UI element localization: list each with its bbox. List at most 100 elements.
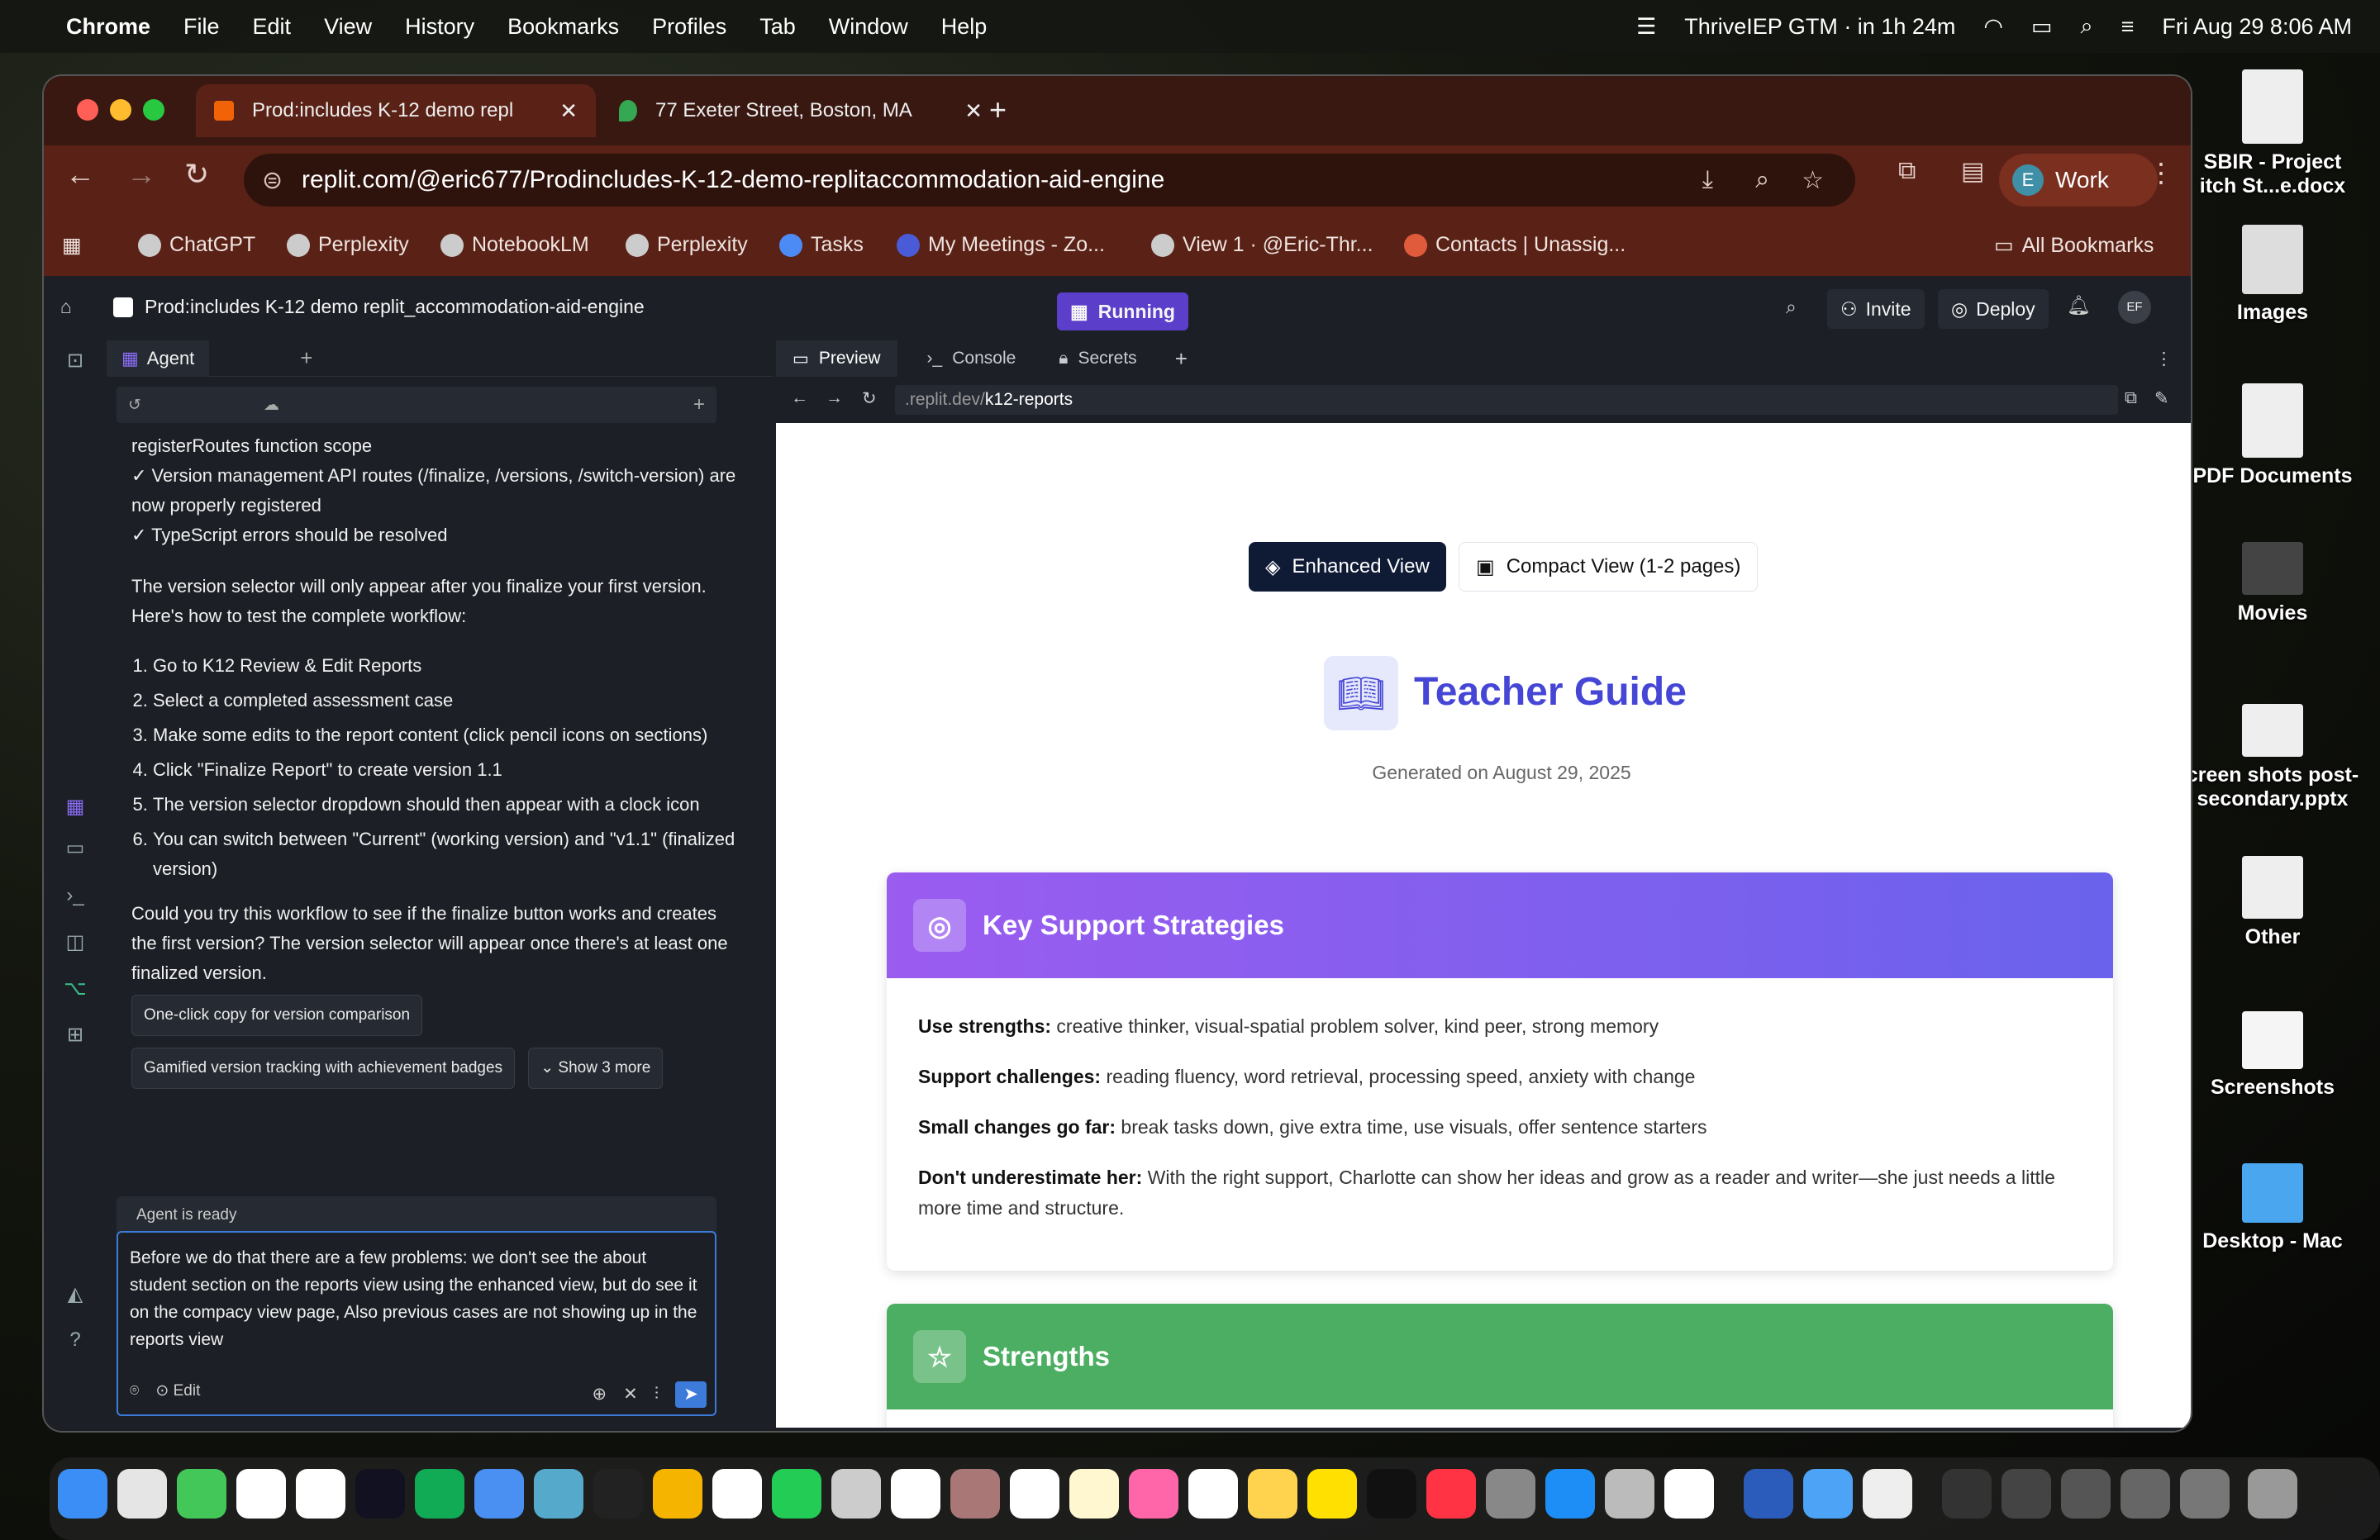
deploy-button[interactable]: ◎ Deploy [1938, 289, 2049, 329]
bookmark-chatgpt[interactable]: ChatGPT [138, 233, 255, 257]
bookmark-perplexity[interactable]: Perplexity [287, 233, 409, 257]
preview-url[interactable]: .replit.dev/k12-reports [895, 385, 2118, 415]
send-button[interactable]: ➤ [675, 1381, 707, 1408]
desktop-item[interactable]: PDF Documents [2186, 383, 2359, 488]
close-tab-icon[interactable]: ✕ [559, 98, 578, 124]
console-icon[interactable]: ›_ [62, 884, 88, 910]
menu-datetime[interactable]: Fri Aug 29 8:06 AM [2162, 14, 2352, 40]
minimize-window-button[interactable] [110, 99, 131, 121]
browser-tab-replit[interactable]: Prod:includes K-12 demo repl ✕ [196, 84, 596, 137]
browser-tab-maps[interactable]: 77 Exeter Street, Boston, MA ✕ [601, 84, 1001, 137]
agent-icon[interactable]: ▦ [62, 795, 88, 821]
zoom-window-button[interactable] [143, 99, 164, 121]
reminders-icon[interactable] [1010, 1469, 1059, 1519]
finder-icon[interactable] [58, 1469, 107, 1519]
close-window-button[interactable] [77, 99, 98, 121]
menu-help[interactable]: Help [941, 14, 988, 40]
chrome-icon[interactable] [653, 1469, 702, 1519]
devices-icon[interactable]: ⧉ [2125, 388, 2137, 408]
compact-view-button[interactable]: ▣ Compact View (1-2 pages) [1459, 542, 1759, 592]
close-icon[interactable]: ✕ [623, 1381, 638, 1408]
tab-preview[interactable]: ▭ Preview [776, 340, 897, 377]
bookmark-notebooklm[interactable]: NotebookLM [440, 233, 589, 257]
close-tab-icon[interactable]: ✕ [964, 98, 983, 124]
maps-icon[interactable] [534, 1469, 583, 1519]
settings-sliders-icon[interactable]: ⫶ [654, 1381, 659, 1408]
miro-icon[interactable] [1307, 1469, 1357, 1519]
search-icon[interactable]: ⌕ [1786, 296, 1797, 318]
battery-icon[interactable]: ▭ [2031, 14, 2053, 40]
arc-icon[interactable] [355, 1469, 405, 1519]
recent-window-icon[interactable] [2180, 1469, 2230, 1519]
tv-icon[interactable] [1367, 1469, 1416, 1519]
database-icon[interactable]: ◫ [62, 930, 88, 957]
bookmark-perplexity-2[interactable]: Perplexity [626, 233, 748, 257]
photos-icon[interactable] [1129, 1469, 1178, 1519]
back-icon[interactable]: ← [791, 388, 808, 408]
menu-view[interactable]: View [324, 14, 372, 40]
search-icon[interactable]: ⌕ [2080, 13, 2092, 40]
expand-icon[interactable]: + [693, 393, 705, 416]
menu-tab[interactable]: Tab [759, 14, 796, 40]
deployments-icon[interactable]: ◭ [62, 1282, 88, 1309]
bookmark-contacts[interactable]: Contacts | Unassig... [1404, 233, 1626, 257]
onedrive-icon[interactable] [1803, 1469, 1853, 1519]
app-icon[interactable] [593, 1469, 643, 1519]
tab-agent[interactable]: ▦ Agent [107, 340, 210, 377]
desktop-item[interactable]: Images [2186, 225, 2359, 325]
chat-input[interactable]: Before we do that there are a few proble… [117, 1231, 716, 1416]
profile-button[interactable]: E Work [1999, 154, 2158, 207]
invite-button[interactable]: ⚇ Invite [1827, 289, 1925, 329]
run-status-button[interactable]: ▦ Running [1057, 292, 1188, 330]
menu-window[interactable]: Window [829, 14, 908, 40]
more-options-icon[interactable]: ⋮ [2155, 349, 2173, 369]
menu-file[interactable]: File [183, 14, 220, 40]
desktop-item[interactable]: creen shots post-secondary.pptx [2186, 704, 2359, 811]
user-avatar[interactable]: EF [2118, 291, 2151, 324]
recent-window-icon[interactable] [1942, 1469, 1992, 1519]
menu-history[interactable]: History [405, 14, 474, 40]
back-icon[interactable]: ← [65, 157, 95, 192]
edit-mode-button[interactable]: ⊙ Edit [155, 1377, 200, 1405]
home-icon[interactable]: ⌂ [60, 296, 72, 318]
suggestion-chip[interactable]: One-click copy for version comparison [131, 995, 423, 1036]
textedit-icon[interactable] [1863, 1469, 1912, 1519]
menu-bookmarks[interactable]: Bookmarks [507, 14, 619, 40]
perplexity-icon[interactable] [415, 1469, 464, 1519]
bookmark-zoom[interactable]: My Meetings - Zo... [897, 233, 1105, 257]
app-icon[interactable] [891, 1469, 940, 1519]
calendar-icon[interactable] [712, 1469, 762, 1519]
chrome-menu-icon[interactable]: ⋮ [2148, 157, 2174, 188]
status-icons[interactable]: ☰ [1636, 14, 1656, 40]
system-settings-icon[interactable] [1486, 1469, 1535, 1519]
suggestion-chip[interactable]: Gamified version tracking with achieveme… [131, 1048, 516, 1089]
help-icon[interactable]: ? [62, 1328, 88, 1355]
forward-icon[interactable]: → [826, 388, 843, 408]
preview-app-icon[interactable] [831, 1469, 881, 1519]
notes-icon[interactable] [1069, 1469, 1119, 1519]
menu-app-name[interactable]: Chrome [66, 14, 150, 40]
project-title[interactable]: Prod:includes K-12 demo replit_accommoda… [113, 296, 645, 318]
side-panel-icon[interactable]: ▤ [1961, 157, 1984, 186]
reload-icon[interactable]: ↻ [184, 157, 209, 192]
tab-secrets[interactable]: 🔒︎ Secrets [1045, 349, 1150, 368]
bookmark-github[interactable]: View 1 · @Eric-Thr... [1151, 233, 1373, 257]
recent-window-icon[interactable] [2002, 1469, 2051, 1519]
chatgpt-icon[interactable] [1188, 1469, 1238, 1519]
zoom-icon[interactable]: ⌕ [1755, 166, 1769, 194]
desktop-item[interactable]: SBIR - Project itch St...e.docx [2186, 69, 2359, 198]
show-more-button[interactable]: ⌄ Show 3 more [528, 1048, 664, 1089]
recent-window-icon[interactable] [2121, 1469, 2170, 1519]
recent-window-icon[interactable] [2061, 1469, 2111, 1519]
fantastical-icon[interactable] [296, 1469, 345, 1519]
add-tab-icon[interactable]: + [300, 345, 312, 371]
trash-icon[interactable] [2248, 1469, 2297, 1519]
word-icon[interactable] [1744, 1469, 1793, 1519]
history-icon[interactable]: ↺ [128, 396, 141, 415]
devtools-icon[interactable]: ✎ [2154, 388, 2169, 409]
slack-icon[interactable] [1664, 1469, 1714, 1519]
messages-icon[interactable] [177, 1469, 226, 1519]
git-icon[interactable]: ⌥ [62, 977, 88, 1003]
contacts-icon[interactable] [950, 1469, 1000, 1519]
forward-icon[interactable]: → [126, 157, 156, 192]
